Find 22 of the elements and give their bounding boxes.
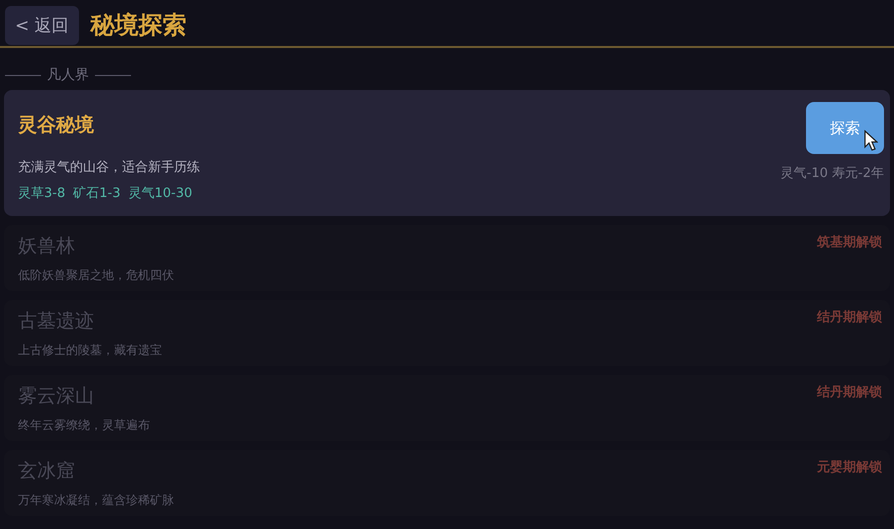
- back-button[interactable]: < 返回: [5, 6, 79, 44]
- unlock-requirement: 结丹期解锁: [817, 384, 882, 402]
- realm-name: 古墓遗迹: [18, 309, 95, 334]
- realm-description: 充满灵气的山谷，适合新手历练: [18, 159, 200, 176]
- realm-description: 低阶妖兽聚居之地，危机四伏: [18, 267, 174, 284]
- realm-name: 雾云深山: [18, 384, 95, 409]
- realm-description: 万年寒冰凝结，蕴含珍稀矿脉: [18, 492, 174, 509]
- realm-name: 玄冰窟: [18, 459, 76, 484]
- realm-description: 终年云雾缭绕，灵草遍布: [18, 417, 150, 434]
- realm-description: 上古修士的陵墓，藏有遗宝: [18, 342, 162, 359]
- realm-name: 妖兽林: [18, 234, 76, 259]
- reward-text: 灵草3-8: [18, 185, 66, 202]
- unlock-requirement: 结丹期解锁: [817, 309, 882, 327]
- cost-text: 灵气-10 寿元-2年: [780, 165, 884, 182]
- realm-name: 灵谷秘境: [18, 113, 95, 138]
- reward-text: 矿石1-3: [73, 185, 120, 202]
- section-label: 凡人界: [47, 66, 89, 84]
- unlock-requirement: 元婴期解锁: [817, 459, 882, 477]
- reward-text: 灵气10-30: [128, 185, 192, 202]
- page-title: 秘境探索: [90, 10, 187, 41]
- unlock-requirement: 筑基期解锁: [817, 234, 882, 252]
- cursor-icon: [864, 130, 878, 152]
